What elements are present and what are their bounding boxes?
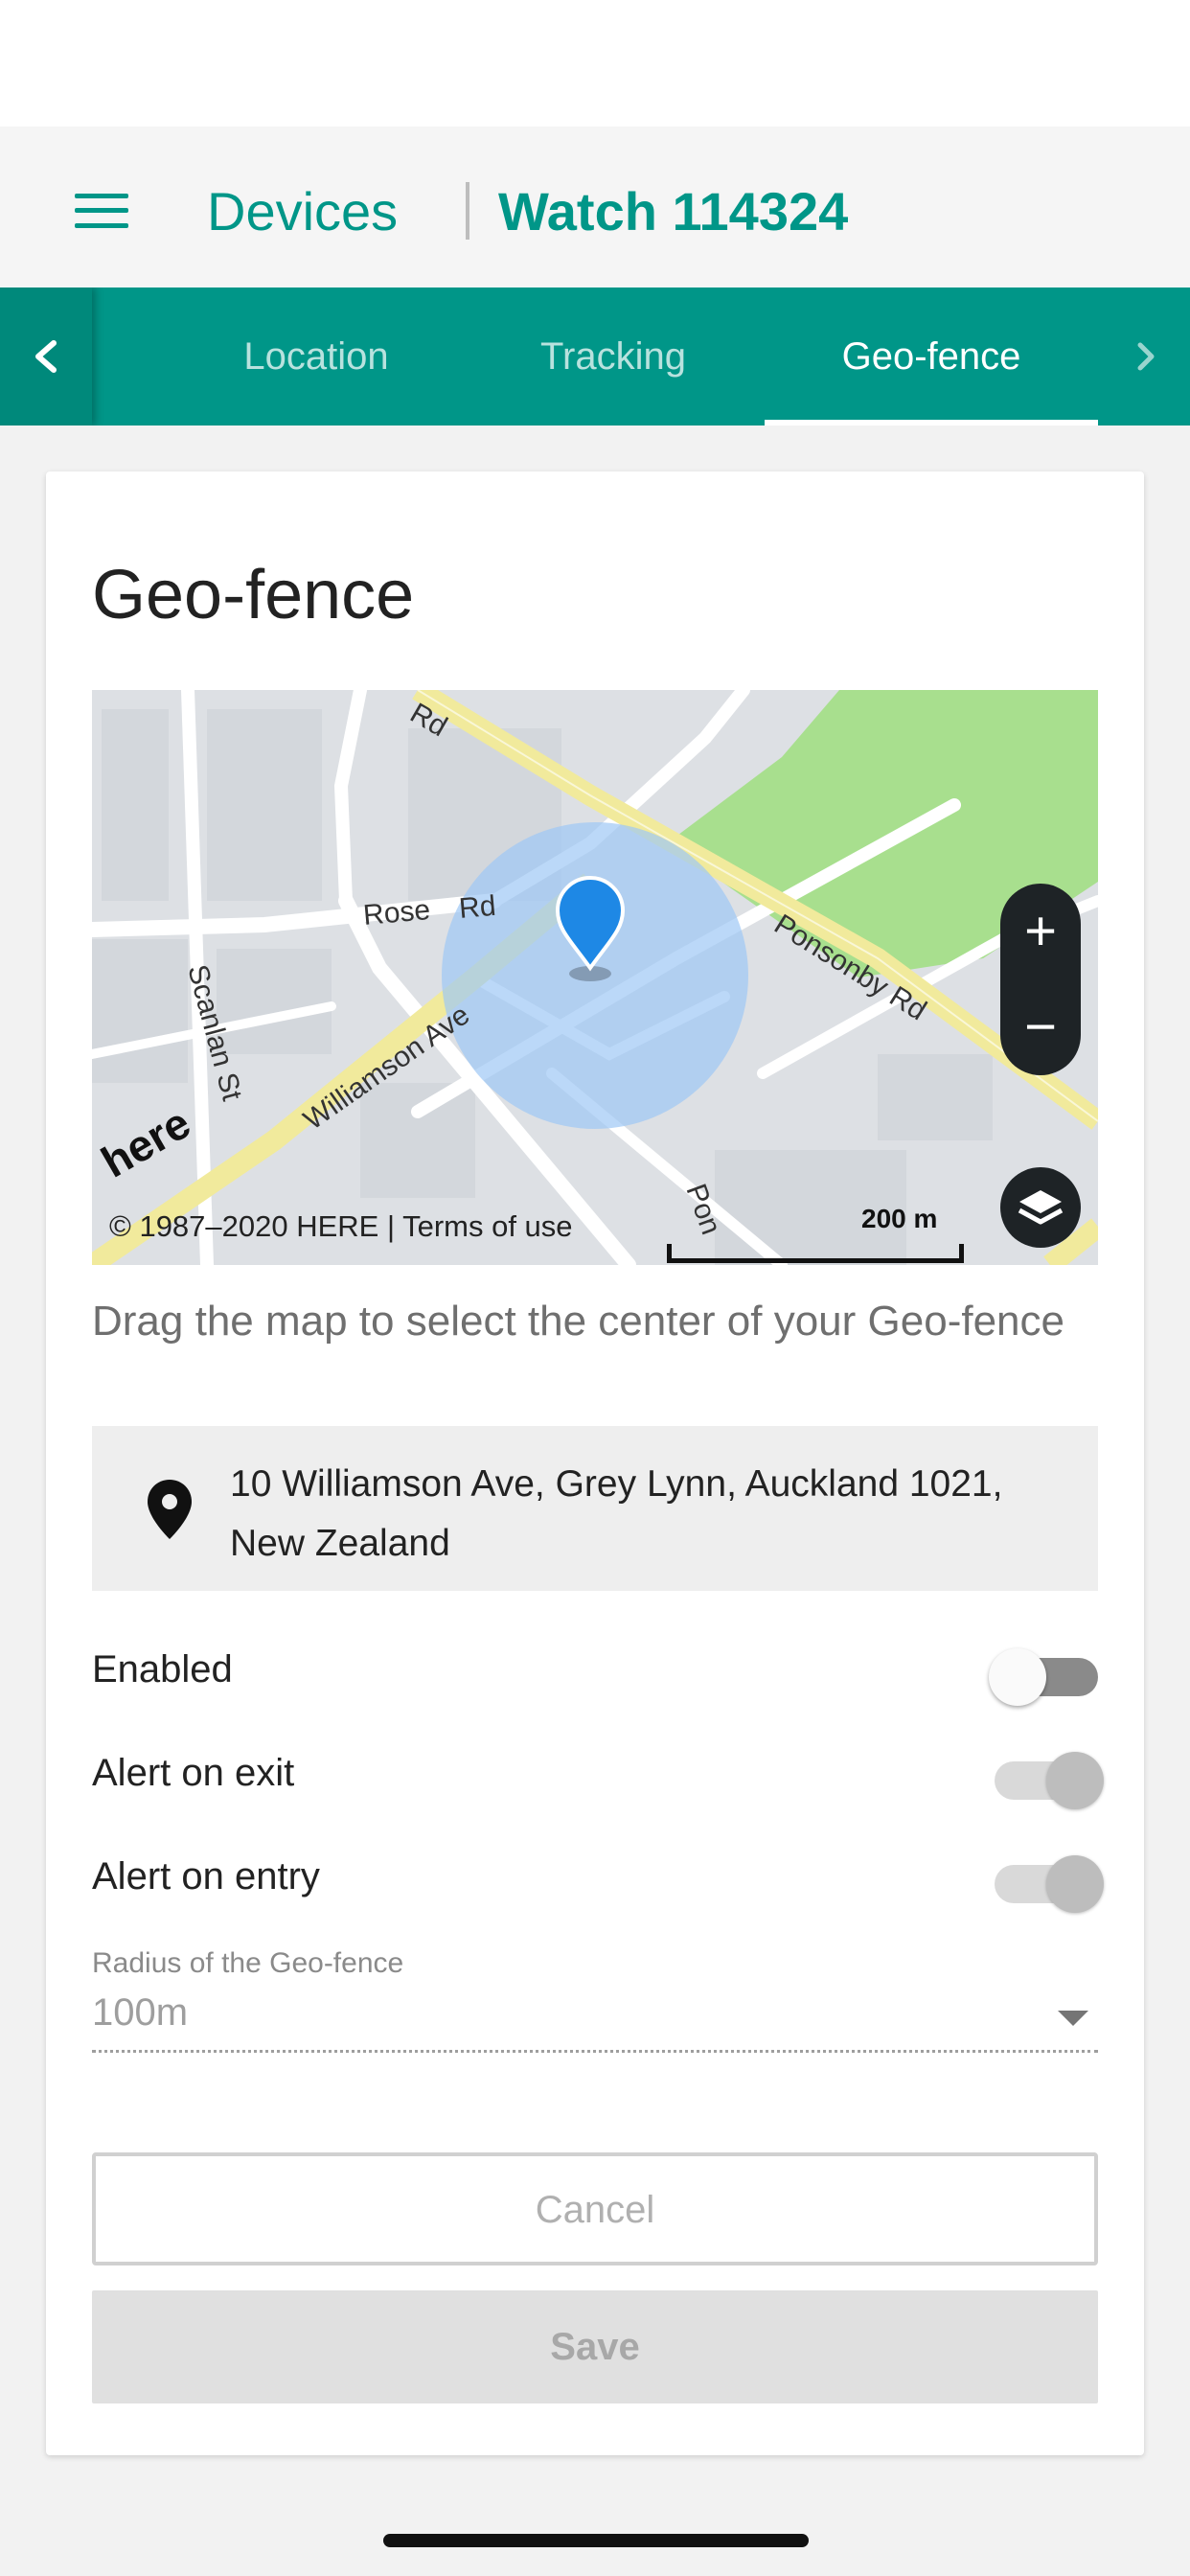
menu-icon[interactable] [75,194,128,228]
toggle-label-enabled: Enabled [92,1648,233,1690]
status-bar [0,0,1190,126]
radius-select[interactable]: 100m [92,1982,1098,2053]
toggle-label-alert-entry: Alert on entry [92,1855,320,1898]
switch-knob [989,1648,1046,1706]
chevron-left-icon [35,340,57,373]
dropdown-caret-icon [1058,2011,1088,2026]
layers-button[interactable] [1000,1167,1081,1248]
tab-scroll-left-button[interactable] [0,288,92,426]
switch-knob [1046,1752,1104,1809]
svg-text:Rd: Rd [458,890,497,925]
page-title: Watch 114324 [498,181,849,242]
radius-value: 100m [92,1991,189,2034]
toggle-row-enabled: Enabled [92,1635,1098,1712]
address-text: 10 Williamson Ave, Grey Lynn, Auckland 1… [230,1463,1003,1564]
layers-icon [1018,1190,1064,1225]
map-scale-bar [667,1244,964,1263]
address-display: 10 Williamson Ave, Grey Lynn, Auckland 1… [92,1426,1098,1591]
map-hint-text: Drag the map to select the center of you… [92,1298,1064,1345]
zoom-in-button[interactable]: + [1000,884,1081,979]
alert-exit-switch[interactable] [995,1752,1104,1809]
zoom-control: + − [1000,884,1081,1075]
location-pin-icon [148,1480,192,1539]
map-scale-label: 200 m [861,1204,938,1233]
tab-geofence[interactable]: Geo-fence [765,288,1098,426]
active-tab-indicator [765,420,1098,426]
enabled-switch[interactable] [989,1648,1098,1706]
card-title: Geo-fence [92,557,415,633]
toggle-row-alert-exit: Alert on exit [92,1738,1104,1815]
chevron-right-icon [1137,342,1155,371]
radius-label: Radius of the Geo-fence [92,1947,404,1979]
app-header: Devices Watch 114324 [0,126,1190,288]
home-indicator [383,2534,809,2547]
geofence-card: Geo-fence Rd Rose Rd Ponsonby Rd William… [46,472,1144,2455]
tab-bar: s Location Tracking Geo-fence [0,288,1190,426]
map-view[interactable]: Rd Rose Rd Ponsonby Rd Williamson Ave Sc… [92,690,1098,1265]
breadcrumb-devices[interactable]: Devices [207,180,398,242]
tab-scroll-right-button[interactable] [1098,288,1190,426]
map-copyright[interactable]: © 1987–2020 HERE | Terms of use [109,1209,573,1244]
map-tiles: Rd Rose Rd Ponsonby Rd Williamson Ave Sc… [92,690,1098,1265]
breadcrumb-separator [466,182,469,240]
toggle-label-alert-exit: Alert on exit [92,1752,295,1794]
tab-tracking[interactable]: Tracking [517,288,709,426]
alert-entry-switch[interactable] [995,1855,1104,1913]
cancel-button[interactable]: Cancel [92,2152,1098,2266]
switch-knob [1046,1855,1104,1913]
zoom-out-button[interactable]: − [1000,979,1081,1075]
save-button[interactable]: Save [92,2290,1098,2404]
tab-location[interactable]: Location [220,288,412,426]
toggle-row-alert-entry: Alert on entry [92,1842,1104,1919]
svg-text:Rose: Rose [362,894,432,932]
